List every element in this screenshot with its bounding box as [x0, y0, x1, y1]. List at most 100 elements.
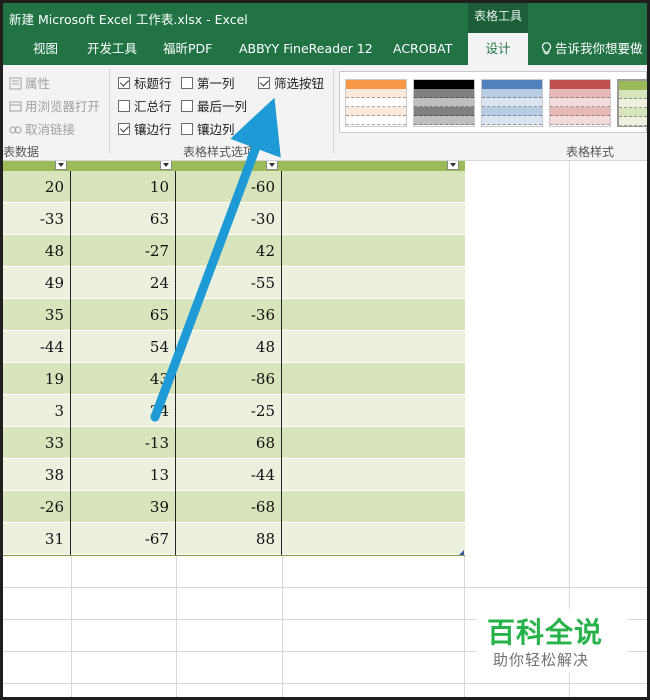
tab-abbyy[interactable]: ABBYY FineReader 12	[239, 33, 373, 65]
table-row[interactable]: 19 43 -86	[3, 363, 465, 395]
filter-dropdown-icon[interactable]	[447, 161, 459, 170]
table-cell[interactable]: 33	[3, 427, 71, 459]
table-cell[interactable]: 42	[176, 235, 282, 267]
table-cell[interactable]: 48	[176, 331, 282, 363]
table-cell[interactable]: 38	[3, 459, 71, 491]
tab-view[interactable]: 视图	[33, 33, 58, 65]
table-style-red[interactable]	[549, 79, 611, 127]
table-row[interactable]: 48 -27 42	[3, 235, 465, 267]
unlink-button[interactable]: 取消链接	[9, 119, 75, 138]
table-cell[interactable]	[282, 395, 465, 427]
table-cell[interactable]: -44	[3, 331, 71, 363]
table-cell[interactable]	[282, 331, 465, 363]
header-row-checkbox[interactable]: 标题行	[118, 73, 172, 92]
ribbon-design: 属性 用浏览器打开 取消链接 表数据 标题行 汇总行 镶边行 第一列 最后一列 …	[3, 65, 647, 161]
table-row[interactable]: 38 13 -44	[3, 459, 465, 491]
table-cell[interactable]: 31	[3, 523, 71, 555]
table-cell[interactable]: -55	[176, 267, 282, 299]
table-cell[interactable]: -33	[3, 203, 71, 235]
table-cell[interactable]: -86	[176, 363, 282, 395]
table-style-green-selected[interactable]	[617, 79, 647, 127]
table-cell[interactable]: 68	[176, 427, 282, 459]
table-cell[interactable]	[282, 267, 465, 299]
table-cell[interactable]: -30	[176, 203, 282, 235]
table-cell[interactable]: 35	[3, 299, 71, 331]
table-row[interactable]: 35 65 -36	[3, 299, 465, 331]
table-cell[interactable]: -36	[176, 299, 282, 331]
table-cell[interactable]: -68	[176, 491, 282, 523]
filter-dropdown-icon[interactable]	[266, 161, 278, 170]
table-cell[interactable]: 63	[71, 203, 176, 235]
table-cell[interactable]	[282, 427, 465, 459]
table-cell[interactable]: -60	[176, 171, 282, 203]
table-header-row	[3, 161, 465, 171]
tell-me-search[interactable]: 告诉我你想要做	[541, 33, 643, 65]
table-row[interactable]: 33 -13 68	[3, 427, 465, 459]
table-style-blue[interactable]	[481, 79, 543, 127]
table-cell[interactable]: 54	[71, 331, 176, 363]
table-cell[interactable]	[282, 171, 465, 203]
title-bar: 新建 Microsoft Excel 工作表.xlsx - Excel 表格工具	[3, 3, 647, 33]
filter-button-checkbox[interactable]: 筛选按钮	[258, 73, 324, 92]
tell-me-text: 告诉我你想要做	[555, 41, 643, 56]
checkbox-checked-icon	[258, 77, 270, 89]
properties-button[interactable]: 属性	[9, 73, 50, 92]
table-row[interactable]: 20 10 -60	[3, 171, 465, 203]
first-column-checkbox[interactable]: 第一列	[181, 73, 235, 92]
style-options-group-label: 表格样式选项	[183, 145, 256, 159]
table-cell[interactable]	[282, 459, 465, 491]
table-cell[interactable]	[282, 235, 465, 267]
table-cell[interactable]	[282, 491, 465, 523]
table-cell[interactable]: 65	[71, 299, 176, 331]
table-cell[interactable]: 24	[71, 395, 176, 427]
table-cell[interactable]: 3	[3, 395, 71, 427]
table-cell[interactable]: 20	[3, 171, 71, 203]
table-cell[interactable]: 19	[3, 363, 71, 395]
open-in-browser-button[interactable]: 用浏览器打开	[9, 96, 100, 115]
checkbox-icon	[181, 123, 193, 135]
table-cell[interactable]	[282, 363, 465, 395]
tab-foxit-pdf[interactable]: 福昕PDF	[163, 33, 212, 65]
filter-dropdown-icon[interactable]	[55, 161, 67, 170]
table-styles-gallery[interactable]	[339, 71, 647, 133]
table-cell[interactable]: 24	[71, 267, 176, 299]
tab-developer[interactable]: 开发工具	[87, 33, 137, 65]
unlink-icon	[9, 126, 22, 134]
table-bottom-border	[3, 555, 465, 556]
table-cell[interactable]	[282, 299, 465, 331]
row-gridline	[3, 587, 647, 588]
table-cell[interactable]: 49	[3, 267, 71, 299]
total-row-checkbox[interactable]: 汇总行	[118, 96, 172, 115]
last-column-checkbox[interactable]: 最后一列	[181, 96, 247, 115]
row-gridline	[3, 683, 647, 684]
table-cell[interactable]: 48	[3, 235, 71, 267]
banded-columns-checkbox[interactable]: 镶边列	[181, 119, 235, 138]
table-cell[interactable]: 88	[176, 523, 282, 555]
table-cell[interactable]	[282, 523, 465, 555]
table-cell[interactable]: -25	[176, 395, 282, 427]
table-row[interactable]: 31 -67 88	[3, 523, 465, 555]
table-cell[interactable]	[282, 203, 465, 235]
table-cell[interactable]: 13	[71, 459, 176, 491]
table-cell[interactable]: 10	[71, 171, 176, 203]
table-cell[interactable]: -13	[71, 427, 176, 459]
table-row[interactable]: -33 63 -30	[3, 203, 465, 235]
filter-dropdown-icon[interactable]	[160, 161, 172, 170]
table-cell[interactable]: 43	[71, 363, 176, 395]
table-row[interactable]: 3 24 -25	[3, 395, 465, 427]
table-row[interactable]: -44 54 48	[3, 331, 465, 363]
banded-rows-checkbox[interactable]: 镶边行	[118, 119, 172, 138]
table-row[interactable]: -26 39 -68	[3, 491, 465, 523]
table-cell[interactable]: -26	[3, 491, 71, 523]
table-resize-handle-icon[interactable]	[459, 550, 464, 555]
table-cell[interactable]: -27	[71, 235, 176, 267]
table-cell[interactable]: -44	[176, 459, 282, 491]
table-style-black[interactable]	[413, 79, 475, 127]
table-cell[interactable]: -67	[71, 523, 176, 555]
table-cell[interactable]: 39	[71, 491, 176, 523]
table-row[interactable]: 49 24 -55	[3, 267, 465, 299]
watermark-title: 百科全说	[487, 616, 604, 649]
table-style-orange[interactable]	[345, 79, 407, 127]
tab-design[interactable]: 设计	[468, 33, 528, 65]
tab-acrobat[interactable]: ACROBAT	[393, 33, 452, 65]
